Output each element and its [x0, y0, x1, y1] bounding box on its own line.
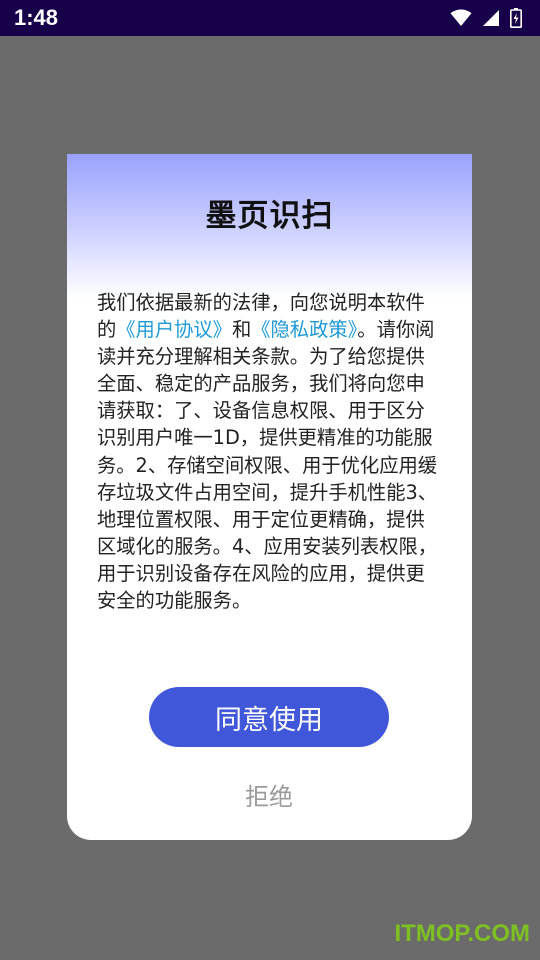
body-rest-text: 。请你阅读并充分理解相关条款。为了给您提供全面、稳定的产品服务，我们将向您申请获… [97, 318, 438, 613]
refuse-button[interactable]: 拒绝 [219, 776, 319, 812]
agree-button[interactable]: 同意使用 [149, 687, 389, 747]
user-agreement-link[interactable]: 《用户协议》 [116, 318, 232, 341]
signal-icon [482, 9, 500, 27]
status-bar: 1:48 [0, 0, 540, 36]
privacy-policy-link[interactable]: 《隐私政策》 [251, 318, 357, 341]
privacy-dialog: 墨页识扫 我们依据最新的法律，向您说明本软件的《用户协议》和《隐私政策》。请你阅… [67, 154, 472, 840]
battery-charging-icon [510, 8, 522, 28]
watermark-logo: ITMOP.COM [394, 920, 530, 947]
status-icons [450, 8, 522, 28]
dialog-body: 我们依据最新的法律，向您说明本软件的《用户协议》和《隐私政策》。请你阅读并充分理… [97, 289, 442, 614]
body-and-text: 和 [231, 318, 252, 342]
dialog-title: 墨页识扫 [205, 198, 334, 234]
status-time: 1:48 [14, 5, 59, 30]
wifi-icon [450, 9, 472, 27]
